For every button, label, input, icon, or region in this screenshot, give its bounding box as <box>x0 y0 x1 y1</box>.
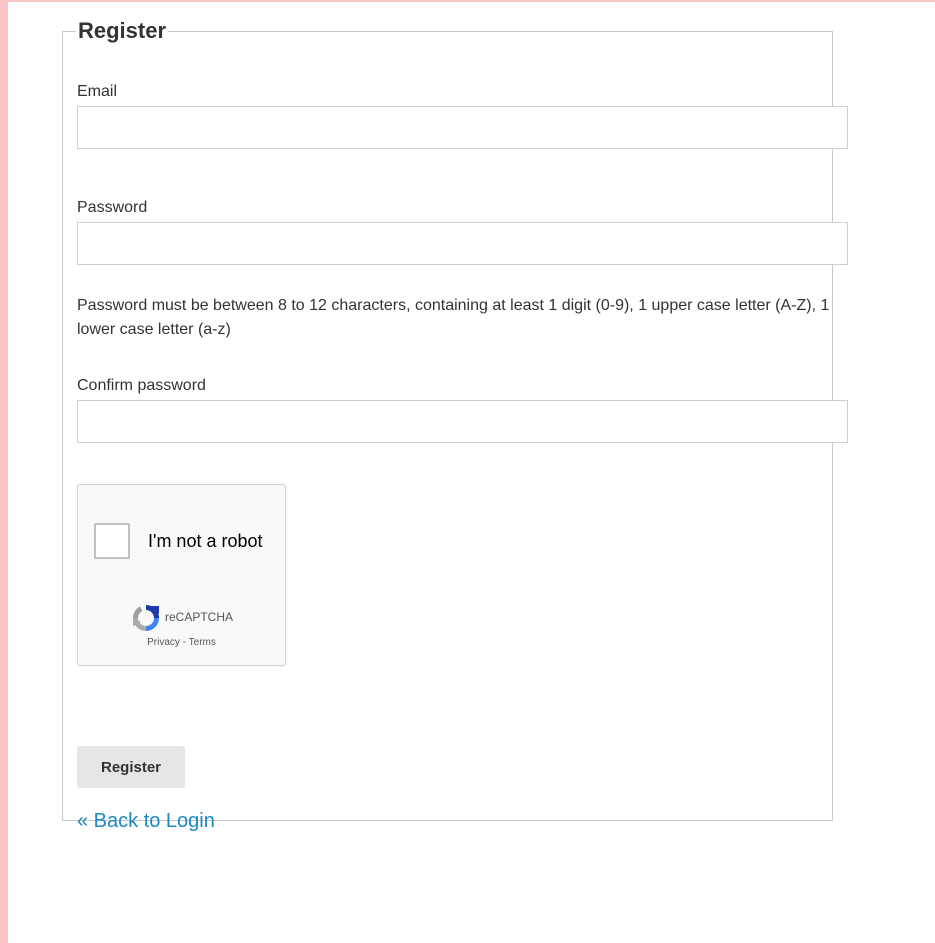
top-accent-border <box>0 0 935 2</box>
recaptcha-brand: reCAPTCHA <box>165 610 234 624</box>
recaptcha-checkbox[interactable] <box>94 523 130 559</box>
email-field[interactable] <box>77 106 848 149</box>
confirm-password-label: Confirm password <box>77 377 206 394</box>
form-title: Register <box>78 18 167 43</box>
password-field[interactable] <box>77 222 848 265</box>
recaptcha-label: I'm not a robot <box>148 531 263 551</box>
email-label: Email <box>77 83 118 100</box>
recaptcha-terms-link[interactable]: Terms <box>189 637 216 648</box>
back-to-login-link[interactable]: « Back to Login <box>77 810 215 833</box>
recaptcha-links-separator: - <box>179 637 189 648</box>
password-label: Password <box>77 199 148 216</box>
recaptcha-widget: I'm not a robot reCAPTCHA Privacy - Term… <box>77 484 286 666</box>
confirm-password-field[interactable] <box>77 400 848 443</box>
register-form: Register Email Password Password must be… <box>62 18 848 832</box>
recaptcha-links: Privacy - Terms <box>78 637 285 648</box>
recaptcha-logo-icon <box>133 605 159 631</box>
register-button[interactable]: Register <box>77 746 185 788</box>
left-accent-border <box>0 0 8 943</box>
recaptcha-privacy-link[interactable]: Privacy <box>147 637 180 648</box>
password-hint: Password must be between 8 to 12 charact… <box>77 297 830 338</box>
